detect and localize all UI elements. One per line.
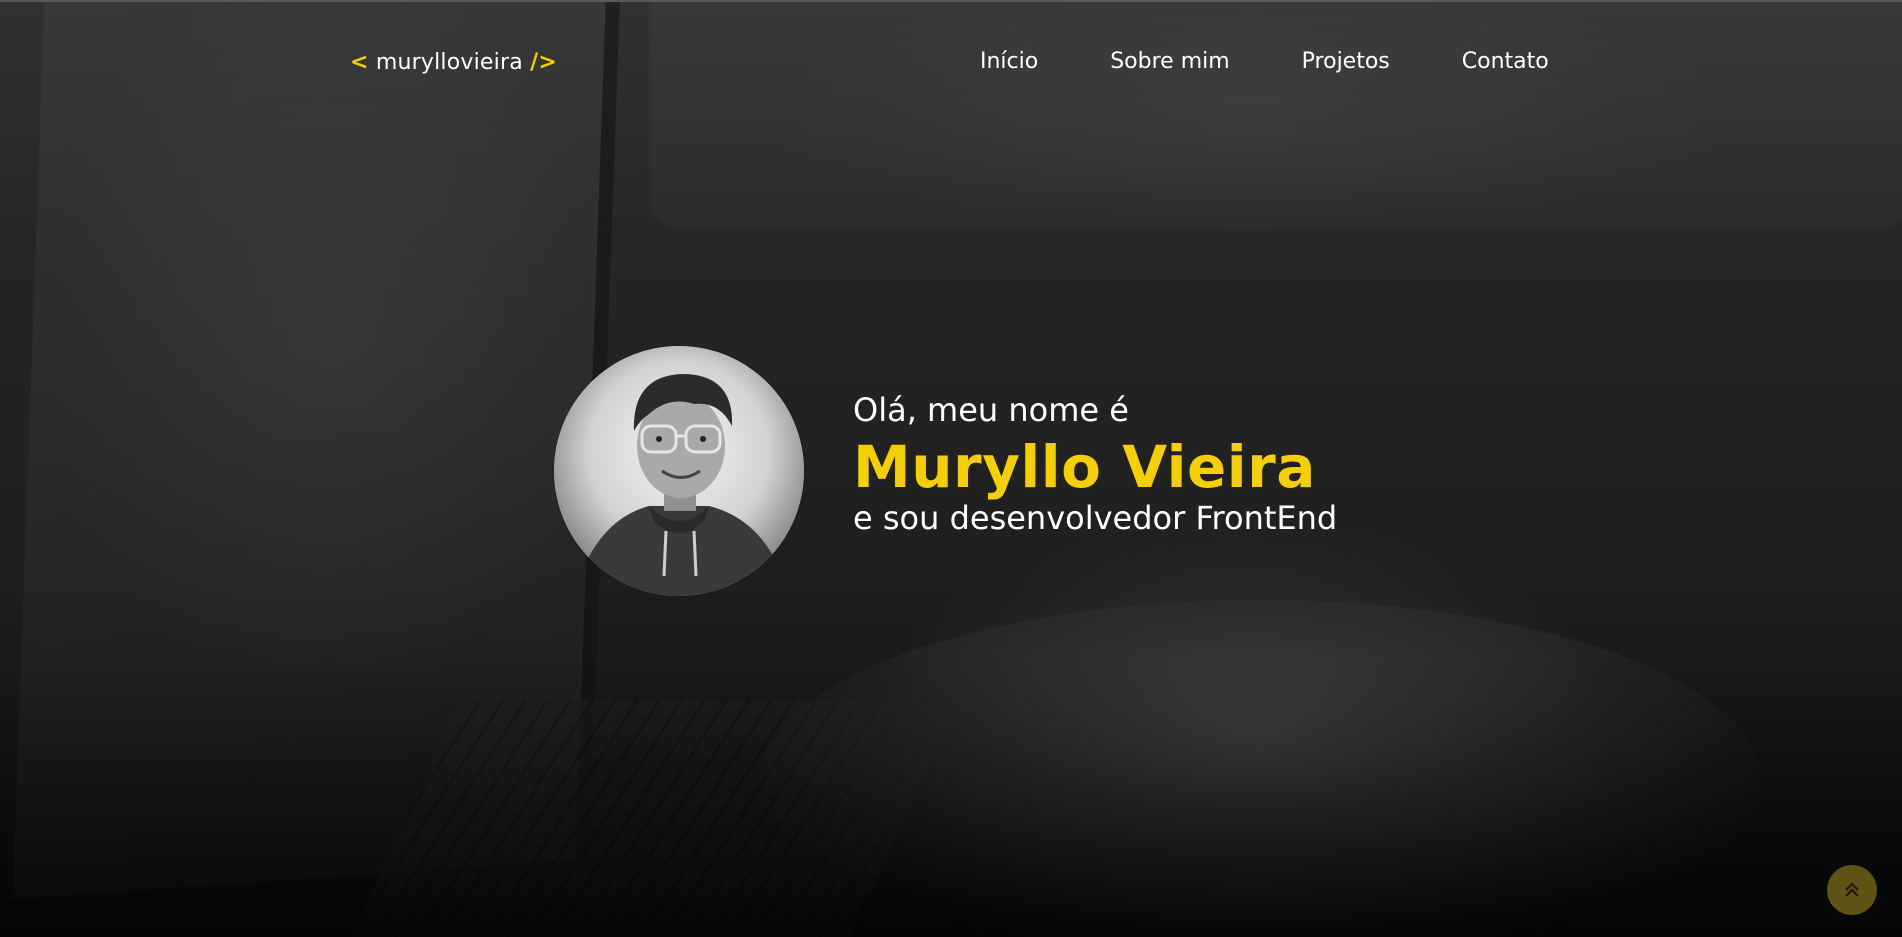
intro-text-block: Olá, meu nome é Muryllo Vieira e sou des… <box>853 390 1337 538</box>
nav-item-projetos[interactable]: Projetos <box>1302 49 1390 74</box>
logo-open-bracket: < <box>350 50 369 75</box>
main-nav: Início Sobre mim Projetos Contato <box>980 49 1549 74</box>
intro-name: Muryllo Vieira <box>853 433 1316 501</box>
logo-close-bracket: /> <box>530 50 557 75</box>
nav-item-inicio[interactable]: Início <box>980 49 1038 74</box>
profile-avatar <box>554 346 804 596</box>
logo-text: muryllovieira <box>375 50 523 75</box>
intro-greeting: Olá, meu nome é <box>853 391 1129 429</box>
intro-role: e sou desenvolvedor FrontEnd <box>853 499 1338 537</box>
top-border <box>0 0 1902 2</box>
nav-item-contato[interactable]: Contato <box>1462 49 1549 74</box>
site-logo[interactable]: < muryllovieira /> <box>350 50 557 75</box>
profile-photo-icon <box>554 346 804 596</box>
hero-section: < muryllovieira /> Início Sobre mim Proj… <box>0 0 1902 937</box>
scroll-to-top-button[interactable] <box>1827 865 1877 915</box>
nav-item-sobre-mim[interactable]: Sobre mim <box>1110 49 1229 74</box>
double-chevron-up-icon <box>1845 882 1859 897</box>
